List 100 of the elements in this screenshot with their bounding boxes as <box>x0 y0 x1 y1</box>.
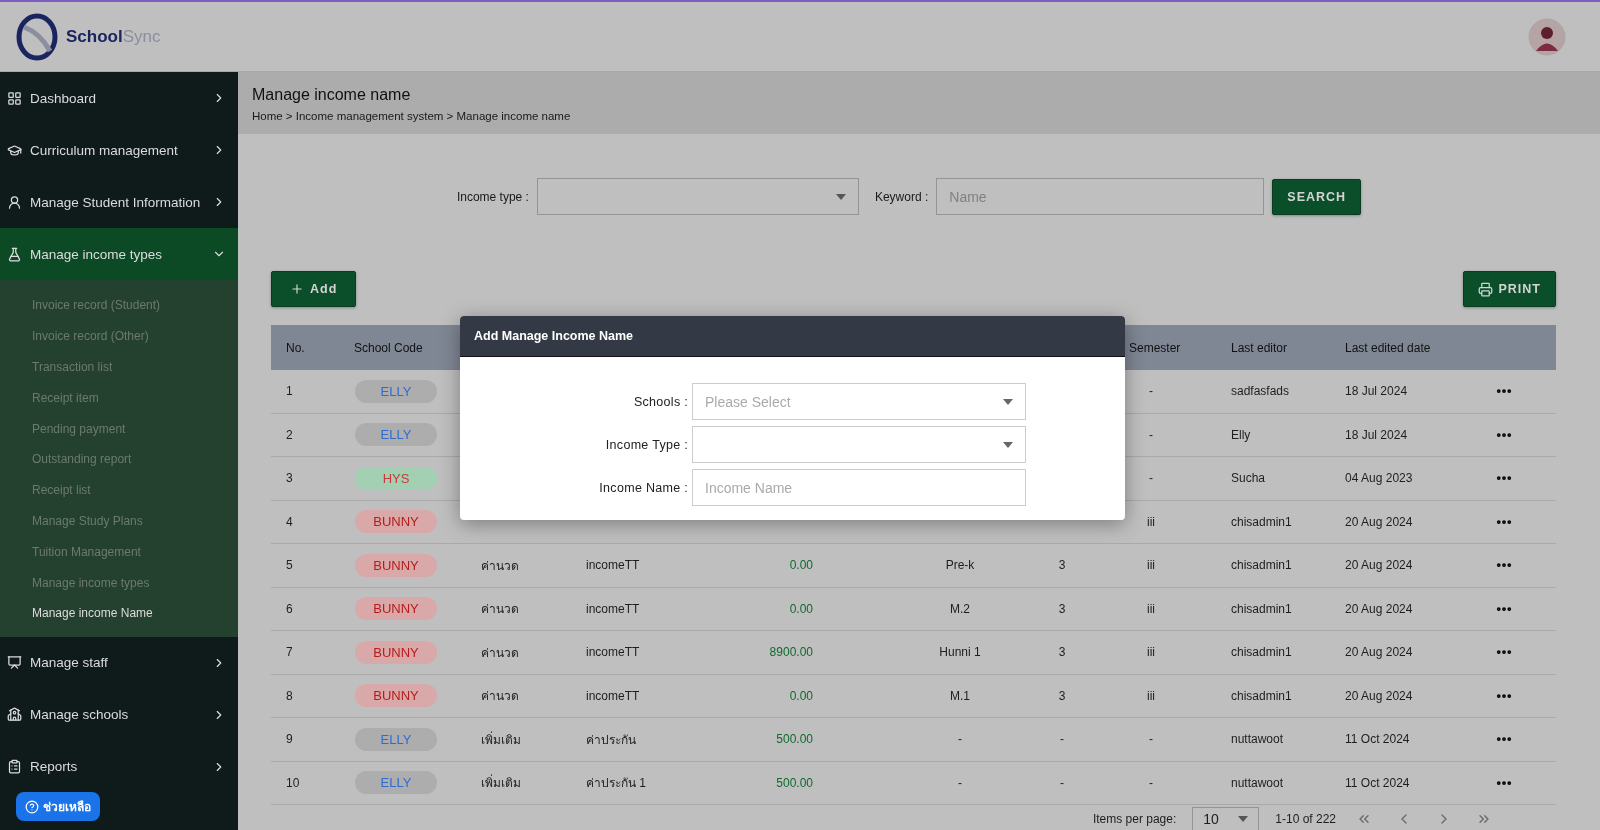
table-cell-text: Sucha <box>1231 471 1267 486</box>
breadcrumb: Home > Income management system > Manage income name <box>252 110 572 122</box>
table-cell-text: chisadmin1 <box>1231 688 1293 703</box>
table-cell-text: 20 Aug 2024 <box>1345 514 1414 529</box>
table-cell-text: ค่านวด <box>480 644 520 662</box>
table-cell-text: 0.00 <box>788 601 814 616</box>
table-cell-text: M.1 <box>949 688 971 703</box>
table-cell-text: - <box>1059 775 1065 790</box>
table-cell-text: 3 <box>285 471 294 486</box>
table-cell-text: iii <box>1146 688 1156 703</box>
grid-icon <box>7 90 22 106</box>
table-cell-text: 10 <box>285 775 301 790</box>
table-cell-text: iii <box>1146 601 1156 616</box>
printer-icon <box>1477 281 1493 297</box>
page-title: Manage income name <box>252 86 412 104</box>
table-cell-text: 7 <box>285 645 294 660</box>
table-cell-text: ค่านวด <box>480 601 520 619</box>
table-cell-text: 04 Aug 2023 <box>1345 471 1414 486</box>
table-cell-text: 0.00 <box>788 688 814 703</box>
column-header: School Code <box>353 340 424 355</box>
submenu-item[interactable]: Manage income Name <box>0 597 238 629</box>
search-button[interactable]: SEARCH <box>1272 178 1362 215</box>
table-cell-text: - <box>1148 471 1154 486</box>
table-cell-text: chisadmin1 <box>1231 514 1293 529</box>
table-cell-text: 8900.00 <box>768 645 814 660</box>
table-cell-text: sadfasfads <box>1231 384 1291 399</box>
table-cell-text: - <box>957 775 963 790</box>
table-cell-text: 500.00 <box>775 775 814 790</box>
column-header: Last edited date <box>1345 340 1432 355</box>
table-cell-text: 20 Aug 2024 <box>1345 688 1414 703</box>
clipboard-icon <box>7 759 22 775</box>
table-cell-text: - <box>1148 427 1154 442</box>
table-cell-text: Elly <box>1231 427 1252 442</box>
help-button[interactable]: ช่วยเหลือ <box>16 792 100 821</box>
table-cell-text: - <box>1148 384 1154 399</box>
school-code-tag: ELLY <box>355 727 437 751</box>
school-code-tag: BUNNY <box>355 553 437 577</box>
school-code-tag: BUNNY <box>355 684 437 708</box>
select-field[interactable] <box>692 426 1026 463</box>
input-field[interactable]: Income Name <box>692 469 1026 506</box>
caret-icon <box>1003 441 1013 448</box>
caret-icon <box>1238 816 1249 822</box>
table-cell-text: 500.00 <box>775 732 814 747</box>
table-cell-text: Hunni 1 <box>938 645 982 660</box>
table-cell-text: - <box>957 732 963 747</box>
table-cell-text: M.2 <box>949 601 971 616</box>
table-cell-text: chisadmin1 <box>1231 645 1293 660</box>
table-cell-text: - <box>1059 732 1065 747</box>
table-cell-text: chisadmin1 <box>1231 601 1293 616</box>
modal-title: Add Manage Income Name <box>460 316 1125 357</box>
school-code-tag: ELLY <box>355 379 437 403</box>
school-code-tag: BUNNY <box>355 640 437 664</box>
caret-icon <box>1003 398 1013 405</box>
sidebar-item[interactable]: Manage staff <box>0 636 238 689</box>
table-cell-text: ค่าประกัน <box>585 731 637 749</box>
print-button[interactable]: PRINT <box>1462 271 1556 307</box>
table-cell-text: 20 Aug 2024 <box>1345 645 1414 660</box>
table-cell-text: ค่านวด <box>480 688 520 706</box>
sidebar-item[interactable]: Manage schools <box>0 688 238 741</box>
table-cell-text: 8 <box>285 688 294 703</box>
table-cell-text: incomeTT <box>585 558 641 573</box>
sidebar-item[interactable]: Manage income types <box>0 228 238 280</box>
table-cell-text: iii <box>1146 645 1156 660</box>
table-cell-text: incomeTT <box>585 601 641 616</box>
logo-icon <box>16 12 58 61</box>
field-label: Income Type : <box>604 437 689 452</box>
table-cell-text: Pre-k <box>944 558 976 573</box>
page-range: 1-10 of 222 <box>1275 812 1336 826</box>
building-icon <box>7 707 22 723</box>
field-label: Schools : <box>632 394 689 409</box>
school-code-tag: ELLY <box>355 771 437 795</box>
sidebar-item[interactable]: Curriculum management <box>0 124 238 176</box>
person-icon <box>7 194 22 210</box>
table-cell-text: 6 <box>285 601 294 616</box>
table-cell-text: iii <box>1146 558 1156 573</box>
board-icon <box>7 655 22 671</box>
table-cell-text: nuttawoot <box>1231 775 1285 790</box>
help-icon <box>25 799 39 814</box>
school-code-tag: ELLY <box>355 423 437 447</box>
table-cell-text: iii <box>1146 514 1156 529</box>
table-cell-text: 11 Oct 2024 <box>1345 732 1411 747</box>
plus-icon <box>290 282 304 296</box>
graduation-cap-icon <box>7 142 22 158</box>
table-cell-text: 18 Jul 2024 <box>1345 427 1409 442</box>
sidebar-item[interactable]: Manage Student Information <box>0 176 238 228</box>
table-cell-text: 9 <box>285 732 294 747</box>
table-cell-text: 11 Oct 2024 <box>1345 775 1411 790</box>
add-button[interactable]: Add <box>271 271 357 307</box>
keyword-field[interactable]: Name <box>936 178 1265 215</box>
sidebar-item[interactable]: Reports <box>0 740 238 793</box>
avatar[interactable] <box>1528 17 1566 56</box>
table-cell-text: 5 <box>285 558 294 573</box>
items-per-page-select[interactable]: 10 <box>1192 807 1260 830</box>
column-header: Semester <box>1128 340 1182 355</box>
school-code-tag: BUNNY <box>355 597 437 621</box>
table-cell-text: ค่าประกัน 1 <box>585 775 647 793</box>
table-cell-text: 20 Aug 2024 <box>1345 558 1414 573</box>
table-cell-text: 3 <box>1057 645 1067 660</box>
table-cell-text: 1 <box>285 384 294 399</box>
sidebar-item[interactable]: Dashboard <box>0 72 238 124</box>
